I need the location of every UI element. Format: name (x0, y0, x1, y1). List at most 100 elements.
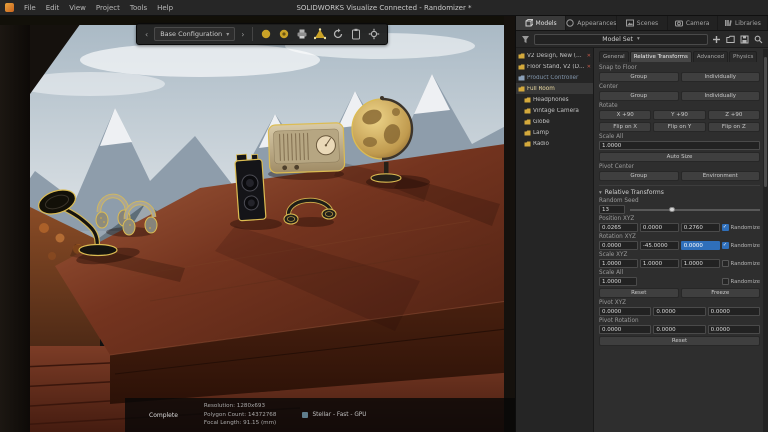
random-seed-slider[interactable] (630, 206, 760, 214)
rotation-x-input[interactable] (599, 241, 638, 250)
position-y-input[interactable] (639, 223, 679, 232)
menu-edit[interactable]: Edit (41, 2, 65, 14)
rotation-z-input[interactable] (680, 241, 720, 250)
center-individually-button[interactable]: Individually (680, 91, 760, 101)
freeze-button[interactable]: Freeze (680, 288, 760, 298)
triad-gold-icon[interactable] (313, 27, 327, 41)
position-z-input[interactable] (680, 223, 720, 232)
settings-gear-icon[interactable] (367, 27, 381, 41)
pivot-group-button[interactable]: Group (599, 171, 679, 181)
tree-item-product-controller[interactable]: Product Controller (516, 72, 593, 83)
position-xyz-label: Position XYZ (599, 216, 635, 222)
menu-file[interactable]: File (19, 2, 41, 14)
position-x-input[interactable] (599, 223, 638, 232)
rotate-z90-button[interactable]: Z +90 (707, 110, 760, 120)
material-gold-icon[interactable] (277, 27, 291, 41)
chevron-down-icon: ▾ (636, 36, 640, 42)
add-model-set-button[interactable] (711, 34, 722, 45)
rotation-y-input[interactable] (639, 241, 679, 250)
scale-all-label: Scale All (599, 134, 624, 140)
tab-scenes[interactable]: Scenes (617, 16, 668, 30)
rotate-x90-button[interactable]: X +90 (599, 110, 652, 120)
tree-item-floor-stand[interactable]: Floor Stand, V2 (D... ✕ (516, 61, 593, 72)
random-seed-input[interactable] (599, 205, 625, 214)
viewport-3d[interactable]: ‹ Base Configuration ▾ › Complete Resolu… (0, 16, 515, 432)
render-status-bar: Complete Resolution: 1280x693 Polygon Co… (125, 398, 515, 432)
pivot-rot-z-input[interactable] (707, 325, 760, 334)
reset-pivot-button[interactable]: Reset (599, 336, 760, 346)
slider-thumb[interactable] (669, 206, 675, 212)
close-icon[interactable]: ✕ (587, 64, 591, 70)
save-button[interactable] (739, 34, 750, 45)
scale-all-input[interactable] (599, 141, 760, 150)
scale-all-rt-input[interactable] (599, 277, 637, 286)
rotate-y90-button[interactable]: Y +90 (653, 110, 706, 120)
pivot-rot-x-input[interactable] (599, 325, 652, 334)
tree-item-full-room[interactable]: Full Room (516, 83, 593, 94)
menu-view[interactable]: View (64, 2, 91, 14)
snap-group-button[interactable]: Group (599, 72, 679, 82)
tree-item-radio[interactable]: Radio (516, 138, 593, 149)
turntable-icon[interactable] (331, 27, 345, 41)
panel-scrollbar[interactable] (763, 49, 768, 432)
rotate-label: Rotate (599, 103, 618, 109)
next-config-button[interactable]: › (239, 30, 246, 39)
pivot-rot-y-input[interactable] (653, 325, 706, 334)
tab-relative-transforms[interactable]: Relative Transforms (629, 51, 692, 62)
center-label: Center (599, 84, 619, 90)
center-group-button[interactable]: Group (599, 91, 679, 101)
tab-models[interactable]: Models (516, 16, 567, 30)
pivot-y-input[interactable] (653, 307, 706, 316)
tab-appearances[interactable]: Appearances (566, 16, 618, 30)
vintage-camera-object[interactable] (234, 153, 267, 222)
rotation-randomize-checkbox[interactable]: ✓ (721, 242, 729, 249)
scale-y-input[interactable] (639, 259, 679, 268)
tree-item-headphones[interactable]: Headphones (516, 94, 593, 105)
flip-z-button[interactable]: Flip on Z (707, 122, 760, 132)
pivot-x-input[interactable] (599, 307, 652, 316)
search-icon[interactable] (753, 34, 764, 45)
tree-item-v2-design[interactable]: V2 Design, New (S... ✕ (516, 50, 593, 61)
flip-y-button[interactable]: Flip on Y (653, 122, 706, 132)
gpu-icon (302, 412, 309, 418)
menu-tools[interactable]: Tools (125, 2, 152, 14)
property-tabs: General Relative Transforms Advanced Phy… (599, 51, 760, 62)
scale-all-randomize-checkbox[interactable] (721, 278, 729, 285)
scale-x-input[interactable] (599, 259, 638, 268)
appearance-gold-icon[interactable] (259, 27, 273, 41)
tree-item-vintage-camera[interactable]: Vintage Camera (516, 105, 593, 116)
render-stats: Resolution: 1280x693 Polygon Count: 1437… (204, 402, 277, 429)
tree-item-globe[interactable]: Globe (516, 116, 593, 127)
flip-x-button[interactable]: Flip on X (599, 122, 652, 132)
menu-project[interactable]: Project (91, 2, 125, 14)
app-window: File Edit View Project Tools Help SOLIDW… (0, 0, 768, 432)
tab-advanced[interactable]: Advanced (692, 51, 729, 62)
position-randomize-label: Randomize (730, 224, 760, 231)
close-icon[interactable]: ✕ (587, 53, 591, 59)
tab-physics[interactable]: Physics (729, 51, 758, 62)
folder-button[interactable] (725, 34, 736, 45)
relative-transforms-header[interactable]: ▾ Relative Transforms (599, 185, 760, 196)
radio-object[interactable] (267, 122, 346, 174)
snap-individually-button[interactable]: Individually (680, 72, 760, 82)
scale-randomize-checkbox[interactable] (721, 260, 729, 267)
position-randomize-checkbox[interactable]: ✓ (721, 224, 729, 231)
reset-button[interactable]: Reset (599, 288, 679, 298)
renderer-selector[interactable]: Stellar - Fast - GPU (302, 412, 367, 418)
prev-config-button[interactable]: ‹ (143, 30, 150, 39)
pivot-environment-button[interactable]: Environment (680, 171, 760, 181)
menu-help[interactable]: Help (152, 2, 178, 14)
scale-z-input[interactable] (680, 259, 720, 268)
tab-general[interactable]: General (599, 51, 629, 62)
clipboard-icon[interactable] (349, 27, 363, 41)
tab-libraries[interactable]: Libraries (718, 16, 768, 30)
tree-item-lamp[interactable]: Lamp (516, 127, 593, 138)
render-output-icon[interactable] (295, 27, 309, 41)
model-set-dropdown[interactable]: Model Set ▾ (534, 33, 708, 45)
filter-icon[interactable] (520, 34, 531, 45)
configuration-dropdown[interactable]: Base Configuration ▾ (154, 27, 236, 41)
tab-camera[interactable]: Camera (668, 16, 718, 30)
pivot-z-input[interactable] (707, 307, 760, 316)
auto-size-button[interactable]: Auto Size (599, 152, 760, 162)
scrollbar-thumb[interactable] (764, 57, 767, 187)
